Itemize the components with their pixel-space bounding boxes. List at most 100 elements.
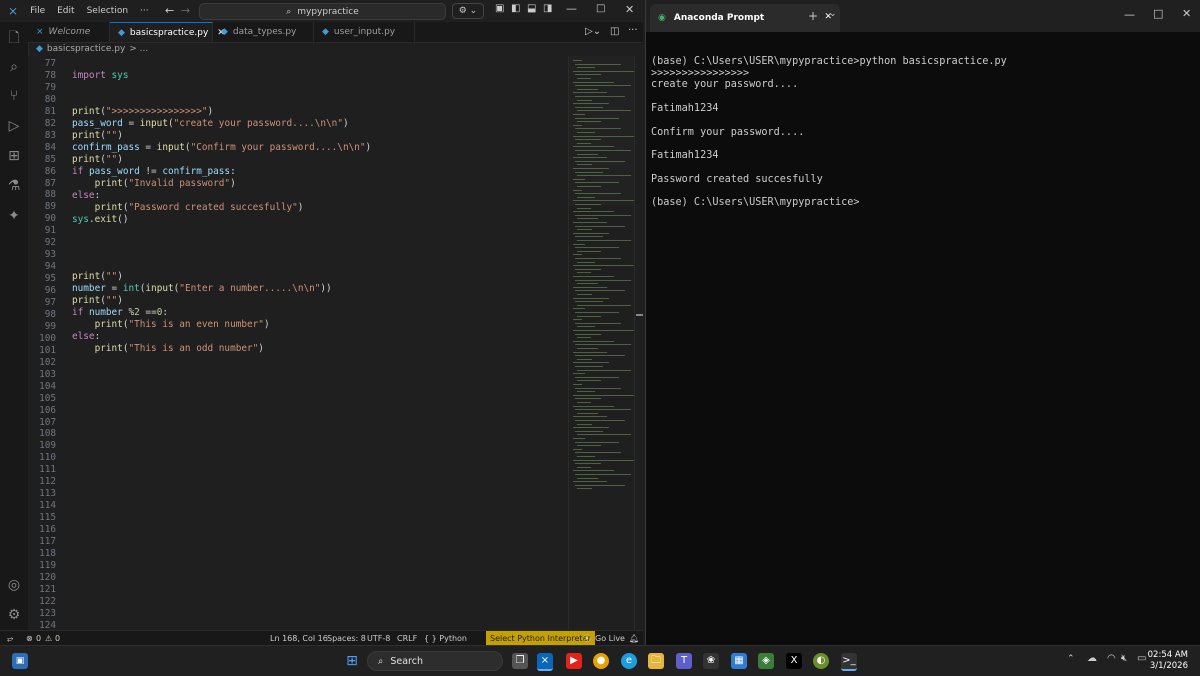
testing-icon[interactable]: ⚗: [6, 178, 22, 194]
tab-data-types[interactable]: ◆ data_types.py: [213, 22, 314, 42]
minimap-line: [577, 88, 598, 90]
teams-icon[interactable]: T: [676, 653, 692, 669]
tab-welcome[interactable]: ⨯ Welcome: [28, 22, 110, 42]
minimap-line: [573, 459, 634, 461]
toggle-sidebar-icon[interactable]: ◧: [511, 3, 520, 14]
minimap-line: [577, 261, 595, 263]
encoding[interactable]: UTF-8: [367, 631, 390, 646]
battery-icon[interactable]: ▭: [1137, 653, 1146, 664]
customize-layout-icon[interactable]: ▣: [495, 3, 504, 14]
line-number: 95: [44, 273, 56, 285]
account-icon[interactable]: ◎: [6, 577, 22, 593]
search-icon[interactable]: ⌕: [6, 59, 22, 75]
source-control-icon[interactable]: ⑂: [6, 88, 22, 104]
chevron-up-icon[interactable]: ⌃: [1067, 654, 1075, 664]
toggle-panel-icon[interactable]: ⬓: [527, 3, 536, 14]
taskbar-search[interactable]: ⌕ Search: [367, 651, 503, 671]
explorer-icon[interactable]: 🗋: [6, 30, 22, 46]
windows-start-icon[interactable]: ⊞: [344, 653, 360, 669]
onedrive-icon[interactable]: ☁: [1087, 653, 1097, 664]
settings-gear-icon[interactable]: ⚙: [6, 607, 22, 623]
vscode-taskbar-icon[interactable]: ⨯: [537, 653, 553, 671]
edge-icon[interactable]: e: [621, 653, 637, 669]
terminal-taskbar-icon[interactable]: >_: [841, 653, 857, 671]
clock-date: 3/1/2026: [1149, 661, 1188, 671]
forward-arrow-icon[interactable]: →: [181, 4, 190, 17]
menu-more-icon[interactable]: ···: [134, 6, 155, 16]
task-view-widget-icon[interactable]: ▣: [12, 653, 28, 669]
line-number: 123: [39, 607, 56, 619]
minimap-line: [575, 225, 625, 227]
tab-basicspractice[interactable]: ◆ basicspractice.py ✕: [110, 22, 225, 42]
remote-icon[interactable]: ⥂: [7, 631, 13, 646]
file-explorer-icon[interactable]: 🗀︎: [648, 653, 664, 669]
more-actions-icon[interactable]: ···: [628, 25, 638, 36]
task-view-icon[interactable]: ❐: [512, 653, 528, 669]
minimize-icon[interactable]: —: [1124, 8, 1135, 21]
python-icon[interactable]: ✦: [6, 208, 22, 224]
close-icon[interactable]: ✕: [1182, 7, 1191, 20]
breadcrumb-tail[interactable]: > ...: [129, 44, 148, 54]
code-line-83: print(""): [72, 130, 123, 141]
minimap-line: [577, 348, 598, 349]
cursor-position[interactable]: Ln 168, Col 16: [270, 631, 328, 646]
breadcrumb-file[interactable]: basicspractice.py: [47, 44, 125, 54]
system-clock[interactable]: 02:54 AM 3/1/2026: [1148, 650, 1188, 672]
split-editor-icon[interactable]: ◫: [610, 26, 619, 37]
minimap-line: [577, 250, 601, 252]
toggle-secondary-sidebar-icon[interactable]: ◨: [543, 3, 552, 14]
close-icon[interactable]: ✕: [625, 3, 634, 16]
back-arrow-icon[interactable]: ←: [165, 4, 174, 17]
minimize-icon[interactable]: —: [566, 2, 577, 15]
line-number: 88: [44, 189, 56, 201]
error-icon[interactable]: ⊗: [26, 631, 33, 646]
line-number: 81: [44, 105, 56, 117]
store-icon[interactable]: ▦: [731, 653, 747, 669]
broadcast-icon[interactable]: ⦿: [583, 631, 591, 646]
code-editor[interactable]: 77 78 79 80 81 82 83 84 85 86 87 88 89 90 91 92 93 94 95 96…: [28, 56, 568, 631]
command-center-search[interactable]: ⌕ mypypractice: [199, 3, 446, 20]
app-icon[interactable]: ◈: [758, 653, 774, 669]
editor-scrollbar[interactable]: [634, 56, 644, 630]
run-file-icon[interactable]: ▷⌄: [585, 26, 601, 37]
line-ending[interactable]: CRLF: [397, 631, 417, 646]
menu-file[interactable]: File: [24, 6, 51, 16]
menu-edit[interactable]: Edit: [51, 6, 80, 16]
youtube-icon[interactable]: ▶: [566, 653, 582, 669]
maximize-icon[interactable]: □: [1153, 7, 1163, 20]
wifi-icon[interactable]: ◠: [1107, 653, 1116, 664]
chatgpt-icon[interactable]: ❀: [703, 653, 719, 669]
notifications-bell-icon[interactable]: 🔔︎: [629, 631, 639, 646]
tab-user-input[interactable]: ◆ user_input.py: [314, 22, 415, 42]
minimap-line: [577, 423, 592, 425]
minimap-line: [575, 193, 621, 195]
terminal-line: create your password....: [651, 79, 799, 91]
indentation[interactable]: Spaces: 8: [327, 631, 366, 646]
new-tab-icon[interactable]: +: [808, 9, 818, 23]
go-live-button[interactable]: Go Live: [595, 631, 625, 646]
scrollbar-thumb[interactable]: [636, 314, 643, 316]
warning-icon[interactable]: ⚠: [45, 631, 52, 646]
language-mode[interactable]: { } Python: [424, 631, 467, 646]
extensions-icon[interactable]: ⊞: [6, 148, 22, 164]
menu-selection[interactable]: Selection: [81, 6, 134, 16]
minimap-line: [577, 283, 598, 285]
chrome-icon[interactable]: ●: [593, 653, 609, 669]
minimap[interactable]: [568, 56, 635, 630]
volume-muted-icon[interactable]: 🔇︎: [1121, 653, 1127, 664]
chevron-down-icon[interactable]: ⌄: [829, 9, 837, 19]
run-debug-icon[interactable]: ▷: [6, 118, 22, 134]
minimap-line: [577, 132, 595, 133]
error-count[interactable]: 0: [36, 631, 41, 646]
maximize-icon[interactable]: □: [596, 3, 605, 14]
warning-count[interactable]: 0: [55, 631, 60, 646]
terminal-output[interactable]: (base) C:\Users\USER\mypypractice>python…: [651, 44, 1191, 209]
x-icon[interactable]: X: [786, 653, 802, 669]
select-python-interpreter-button[interactable]: Select Python Interpreter: [486, 631, 595, 646]
minimap-line: [573, 427, 609, 429]
browser-icon[interactable]: ◐: [813, 653, 829, 669]
copilot-icon[interactable]: ⚙ ⌄: [452, 3, 484, 19]
line-number: 108: [39, 428, 56, 440]
minimap-line: [577, 326, 595, 328]
line-number: 84: [44, 141, 56, 153]
